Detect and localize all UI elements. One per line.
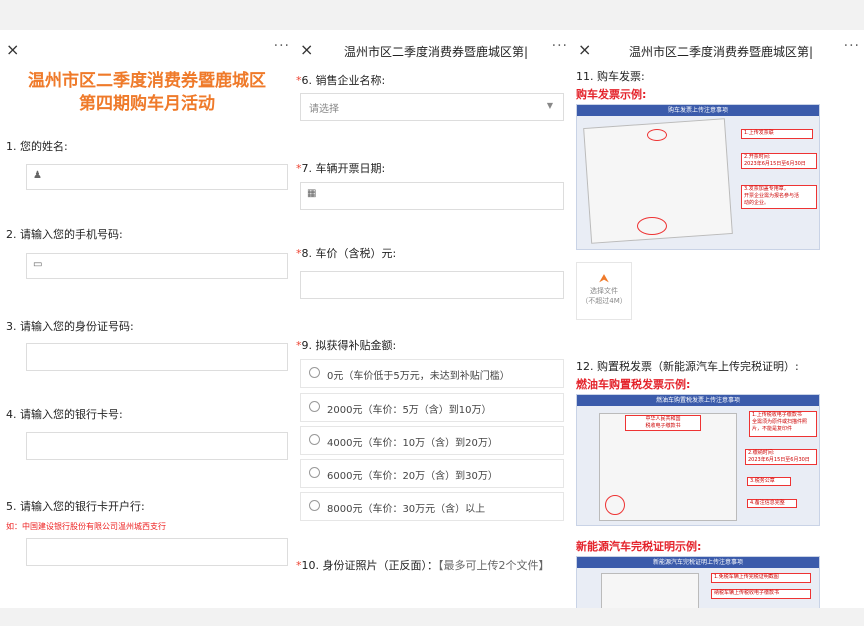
nav-bar: × 温州市区二季度消费券暨鹿城区第| ··· [294, 38, 572, 66]
more-icon[interactable]: ··· [552, 38, 568, 54]
dealer-select[interactable]: 请选择 ▼ [300, 93, 564, 121]
phone-input[interactable]: ▭ [26, 253, 288, 279]
sample-band: 燃油车购置税发票上传注意事项 [577, 395, 819, 406]
note-3: 3.发票加盖专用章， 开票企业需为报名参与活 动的企业。 [741, 185, 817, 209]
id-input[interactable] [26, 343, 288, 371]
user-icon: ♟ [33, 170, 42, 181]
note-4: 4.备注信息完整 [747, 499, 797, 508]
question-bankcard: 4. 请输入您的银行卡号: [6, 408, 123, 421]
tax-stamp [605, 495, 625, 515]
radio-icon [309, 401, 320, 412]
note-1: 1.免税车辆上传完税证明截图 [711, 573, 811, 583]
page-title: 温州市区二季度消费券暨鹿城区 第四期购车月活动 [28, 71, 266, 114]
note-1: 1.上传发票联 [741, 129, 813, 139]
nav-bar: × 温州市区二季度消费券暨鹿城区第| ··· [572, 38, 864, 66]
question-tax-invoice: 12. 购置税发票（新能源汽车上传完税证明）: [576, 360, 799, 373]
note-2: 2.开票时间: 2023年6月15日至6月30日 [741, 153, 817, 169]
form-panel-3: × 温州市区二季度消费券暨鹿城区第| ··· 11. 购车发票: 购车发票示例:… [572, 30, 864, 608]
note-2: 2.缴纳时间: 2023年6月15日至6月30日 [745, 449, 817, 465]
sample-band: 购车发票上传注意事项 [577, 105, 819, 116]
close-icon[interactable]: × [6, 40, 19, 59]
doc-title: 中华人民共和国 税收电子缴款书 [625, 415, 701, 431]
window-title: 温州市区二季度消费券暨鹿城区第| [343, 45, 529, 59]
subsidy-option[interactable]: 8000元（车价：30万元（含）以上 [300, 492, 564, 521]
bankcard-input[interactable] [26, 432, 288, 460]
invoice-upload-button[interactable]: ⮝ 选择文件 （不超过4M） [576, 262, 632, 320]
close-icon[interactable]: × [578, 40, 591, 59]
chevron-down-icon: ▼ [546, 101, 553, 110]
invoice-example-label: 购车发票示例: [576, 88, 647, 101]
note-3: 3.税务公章 [747, 477, 791, 486]
dealer-placeholder: 请选择 [309, 104, 339, 115]
tax-invoice-sample-image: 燃油车购置税发票上传注意事项 中华人民共和国 税收电子缴款书 1.上传税收电子缴… [576, 394, 820, 526]
subsidy-option[interactable]: 2000元（车价：5万（含）到10万） [300, 393, 564, 422]
question-dealer: *6. 销售企业名称: [296, 74, 386, 87]
question-id: 3. 请输入您的身份证号码: [6, 320, 134, 333]
bank-input[interactable] [26, 538, 288, 566]
nev-sample-image: 新能源汽车完税证明上传注意事项 1.免税车辆上传完税证明截图 纳税车辆上传税收电… [576, 556, 820, 608]
question-invoice: 11. 购车发票: [576, 70, 645, 83]
radio-icon [309, 467, 320, 478]
stamp-mark [647, 129, 667, 141]
form-panel-2: × 温州市区二季度消费券暨鹿城区第| ··· *6. 销售企业名称: 请选择 ▼… [294, 30, 572, 608]
note-1: 1.上传税收电子缴款书 全需须为原件或扫描件照 片，不能是复印件 [749, 411, 817, 437]
price-input[interactable] [300, 271, 564, 299]
calendar-icon: ▦ [307, 188, 317, 199]
question-id-photo: *10. 身份证照片（正反面）：【最多可上传2个文件】 [296, 559, 550, 572]
nev-example-label: 新能源汽车完税证明示例: [576, 540, 702, 553]
sample-band: 新能源汽车完税证明上传注意事项 [577, 557, 819, 568]
question-name: 1. 您的姓名: [6, 140, 68, 153]
close-icon[interactable]: × [300, 40, 313, 59]
name-input[interactable]: ♟ [26, 164, 288, 190]
subsidy-option[interactable]: 4000元（车价：10万（含）到20万） [300, 426, 564, 455]
phone-icon: ▭ [33, 259, 43, 270]
question-phone: 2. 请输入您的手机号码: [6, 228, 123, 241]
radio-icon [309, 500, 320, 511]
question-subsidy: *9. 拟获得补贴金额: [296, 339, 397, 352]
invoice-sample-image: 购车发票上传注意事项 1.上传发票联 2.开票时间: 2023年6月15日至6月… [576, 104, 820, 250]
nev-doc [601, 573, 699, 608]
upload-icon: ⮝ [598, 271, 610, 285]
subsidy-option[interactable]: 0元（车价低于5万元，未达到补贴门槛） [300, 359, 564, 388]
window-title: 温州市区二季度消费券暨鹿城区第| [628, 45, 814, 59]
note-2: 纳税车辆上传税收电子缴款书 [711, 589, 811, 599]
nav-bar: × ··· [0, 38, 294, 66]
stamp-mark [637, 217, 667, 235]
question-invoice-date: *7. 车辆开票日期: [296, 162, 386, 175]
question-bank: 5. 请输入您的银行卡开户行: [6, 500, 145, 513]
more-icon[interactable]: ··· [844, 38, 860, 54]
more-icon[interactable]: ··· [274, 38, 290, 54]
form-panel-1: × ··· 温州市区二季度消费券暨鹿城区 第四期购车月活动 1. 您的姓名: ♟… [0, 30, 294, 608]
subsidy-option[interactable]: 6000元（车价：20万（含）到30万） [300, 459, 564, 488]
invoice-date-input[interactable]: ▦ [300, 182, 564, 210]
radio-icon [309, 367, 320, 378]
question-price: *8. 车价（含税）元: [296, 247, 397, 260]
radio-icon [309, 434, 320, 445]
bank-hint: 如：中国建设银行股份有限公司温州城西支行 [6, 522, 166, 531]
fuel-example-label: 燃油车购置税发票示例: [576, 378, 691, 391]
